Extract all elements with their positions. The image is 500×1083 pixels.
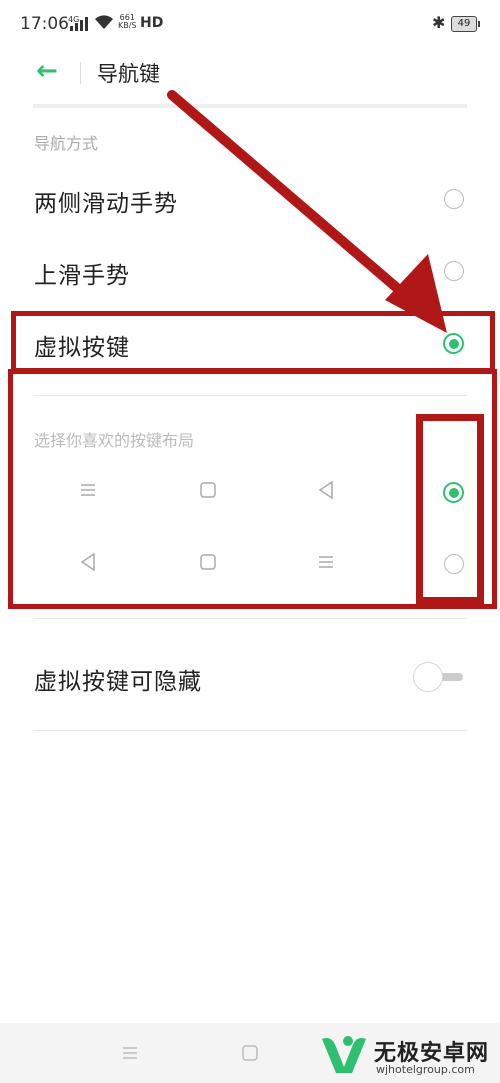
- option-label: 虚拟按键可隐藏: [34, 669, 202, 695]
- watermark-url: wjhotelgroup.com: [376, 1063, 475, 1076]
- square-icon[interactable]: [238, 1041, 262, 1069]
- layout-option-1[interactable]: [0, 468, 500, 518]
- radio-button[interactable]: [444, 554, 464, 574]
- divider: [33, 730, 467, 731]
- hide-virtual-keys-toggle[interactable]: [413, 662, 465, 692]
- annotation-arrow: [167, 90, 447, 333]
- square-icon: [196, 478, 220, 502]
- watermark-logo-icon: [322, 1036, 366, 1073]
- watermark: 无极安卓网 wjhotelgroup.com: [318, 1033, 500, 1083]
- toggle-knob: [413, 662, 443, 692]
- menu-icon[interactable]: [118, 1041, 142, 1069]
- divider: [33, 618, 467, 619]
- layout-option-2[interactable]: [0, 540, 500, 590]
- triangle-back-icon: [76, 550, 100, 574]
- menu-icon: [76, 478, 100, 502]
- menu-icon: [314, 550, 338, 574]
- triangle-back-icon: [314, 478, 338, 502]
- section-label-button-layout: 选择你喜欢的按键布局: [34, 431, 195, 450]
- radio-button-checked[interactable]: [443, 482, 464, 503]
- square-icon: [196, 550, 220, 574]
